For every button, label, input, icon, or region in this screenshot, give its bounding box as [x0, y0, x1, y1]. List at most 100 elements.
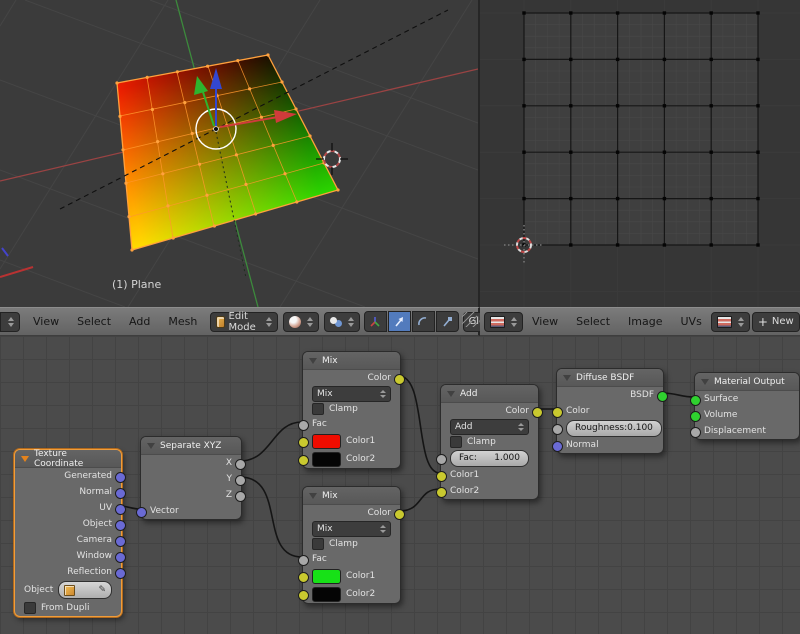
object-picker-field[interactable]: ✎: [58, 581, 112, 599]
menu-view[interactable]: View: [532, 315, 558, 328]
3d-viewport[interactable]: (1) Plane: [0, 0, 480, 307]
manipulator-toggle-button[interactable]: [364, 311, 387, 332]
collapse-icon[interactable]: [701, 379, 709, 385]
menu-add[interactable]: Add: [129, 315, 150, 328]
socket-surface-input[interactable]: [690, 395, 701, 406]
socket-normal-input[interactable]: [552, 441, 563, 452]
uv-editor[interactable]: [480, 0, 800, 307]
socket-color-output[interactable]: [394, 509, 405, 520]
socket-color-output[interactable]: [532, 407, 543, 418]
viewport-shading-dropdown[interactable]: [283, 312, 319, 332]
socket-color1-input[interactable]: [298, 572, 309, 583]
area-resize-handle[interactable]: [462, 312, 477, 327]
collapse-icon[interactable]: [147, 443, 155, 449]
node-add[interactable]: Add Color Add Clamp Fac:1.000 Color1 Col…: [440, 384, 539, 500]
eyedropper-icon[interactable]: ✎: [98, 585, 106, 595]
scale-button[interactable]: [436, 311, 459, 332]
clamp-checkbox[interactable]: [312, 403, 324, 415]
collapse-icon[interactable]: [21, 456, 29, 462]
node-header[interactable]: Material Output: [695, 373, 799, 391]
color1-swatch[interactable]: [312, 434, 341, 449]
color2-swatch[interactable]: [312, 452, 341, 467]
menu-select[interactable]: Select: [77, 315, 111, 328]
node-header[interactable]: Separate XYZ: [141, 437, 241, 455]
node-header[interactable]: Mix: [303, 487, 400, 505]
object-data-icon: [64, 585, 75, 596]
output-label: Window: [77, 551, 113, 561]
node-title: Separate XYZ: [160, 441, 221, 451]
roughness-slider[interactable]: Roughness:0.100: [566, 420, 662, 437]
fac-slider[interactable]: Fac:1.000: [450, 450, 529, 467]
clamp-checkbox[interactable]: [312, 538, 324, 550]
node-title: Mix: [322, 356, 338, 366]
socket-color1-input[interactable]: [436, 471, 447, 482]
updown-arrows-icon: [380, 525, 386, 533]
plane-mesh[interactable]: [115, 53, 339, 251]
manipulator-buttons: [364, 311, 459, 332]
menu-select[interactable]: Select: [576, 315, 610, 328]
socket-y-output[interactable]: [235, 475, 246, 486]
output-label: UV: [99, 503, 112, 513]
socket-color2-input[interactable]: [298, 590, 309, 601]
menu-view[interactable]: View: [33, 315, 59, 328]
blend-mode-dropdown[interactable]: Mix: [312, 521, 391, 537]
socket-color-output[interactable]: [394, 374, 405, 385]
socket-roughness-input[interactable]: [552, 424, 563, 435]
socket-displacement-input[interactable]: [690, 427, 701, 438]
socket-uv-output[interactable]: [115, 504, 126, 515]
collapse-icon[interactable]: [309, 493, 317, 499]
pivot-point-dropdown[interactable]: [324, 312, 360, 332]
socket-object-output[interactable]: [115, 520, 126, 531]
menu-mesh[interactable]: Mesh: [168, 315, 197, 328]
mini-axis-gizmo: [0, 248, 33, 277]
socket-volume-input[interactable]: [690, 411, 701, 422]
socket-color2-input[interactable]: [436, 487, 447, 498]
socket-vector-input[interactable]: [136, 507, 147, 518]
node-mix-top[interactable]: Mix Color Mix Clamp Fac Color1 Color2: [302, 351, 401, 469]
node-header[interactable]: Texture Coordinate: [15, 450, 121, 468]
blend-mode-dropdown[interactable]: Add: [450, 419, 529, 435]
blend-mode-dropdown[interactable]: Mix: [312, 386, 391, 402]
image-browse-dropdown[interactable]: [711, 312, 750, 332]
socket-fac-input[interactable]: [436, 454, 447, 465]
collapse-icon[interactable]: [563, 375, 571, 381]
collapse-icon[interactable]: [447, 391, 455, 397]
editor-type-dropdown[interactable]: [0, 312, 20, 332]
socket-color-input[interactable]: [552, 407, 563, 418]
collapse-icon[interactable]: [309, 358, 317, 364]
socket-fac-input[interactable]: [298, 555, 309, 566]
socket-window-output[interactable]: [115, 552, 126, 563]
socket-generated-output[interactable]: [115, 472, 126, 483]
node-material-output[interactable]: Material Output Surface Volume Displacem…: [694, 372, 800, 440]
object-field-label: Object: [24, 585, 53, 595]
new-image-button[interactable]: + New: [752, 312, 800, 332]
mode-dropdown[interactable]: Edit Mode: [210, 312, 277, 332]
from-dupli-checkbox[interactable]: [24, 602, 36, 614]
socket-reflection-output[interactable]: [115, 568, 126, 579]
input-label: Vector: [150, 506, 179, 516]
clamp-checkbox[interactable]: [450, 436, 462, 448]
socket-fac-input[interactable]: [298, 420, 309, 431]
image-editor-icon: [490, 316, 505, 328]
color2-swatch[interactable]: [312, 587, 341, 602]
socket-bsdf-output[interactable]: [657, 391, 668, 402]
node-header[interactable]: Mix: [303, 352, 400, 370]
editor-type-dropdown[interactable]: [484, 312, 523, 332]
menu-uvs[interactable]: UVs: [681, 315, 702, 328]
translate-button[interactable]: [388, 311, 411, 332]
node-diffuse-bsdf[interactable]: Diffuse BSDF BSDF Color Roughness:0.100 …: [556, 368, 664, 454]
socket-z-output[interactable]: [235, 491, 246, 502]
node-header[interactable]: Diffuse BSDF: [557, 369, 663, 387]
node-separate-xyz[interactable]: Separate XYZ X Y Z Vector: [140, 436, 242, 520]
node-texture-coordinate[interactable]: Texture Coordinate Generated Normal UV O…: [14, 449, 122, 617]
socket-color2-input[interactable]: [298, 455, 309, 466]
node-header[interactable]: Add: [441, 385, 538, 403]
menu-image[interactable]: Image: [628, 315, 662, 328]
socket-normal-output[interactable]: [115, 488, 126, 499]
color1-swatch[interactable]: [312, 569, 341, 584]
node-mix-bottom[interactable]: Mix Color Mix Clamp Fac Color1 Color2: [302, 486, 401, 604]
socket-camera-output[interactable]: [115, 536, 126, 547]
socket-x-output[interactable]: [235, 459, 246, 470]
socket-color1-input[interactable]: [298, 437, 309, 448]
rotate-button[interactable]: [412, 311, 435, 332]
